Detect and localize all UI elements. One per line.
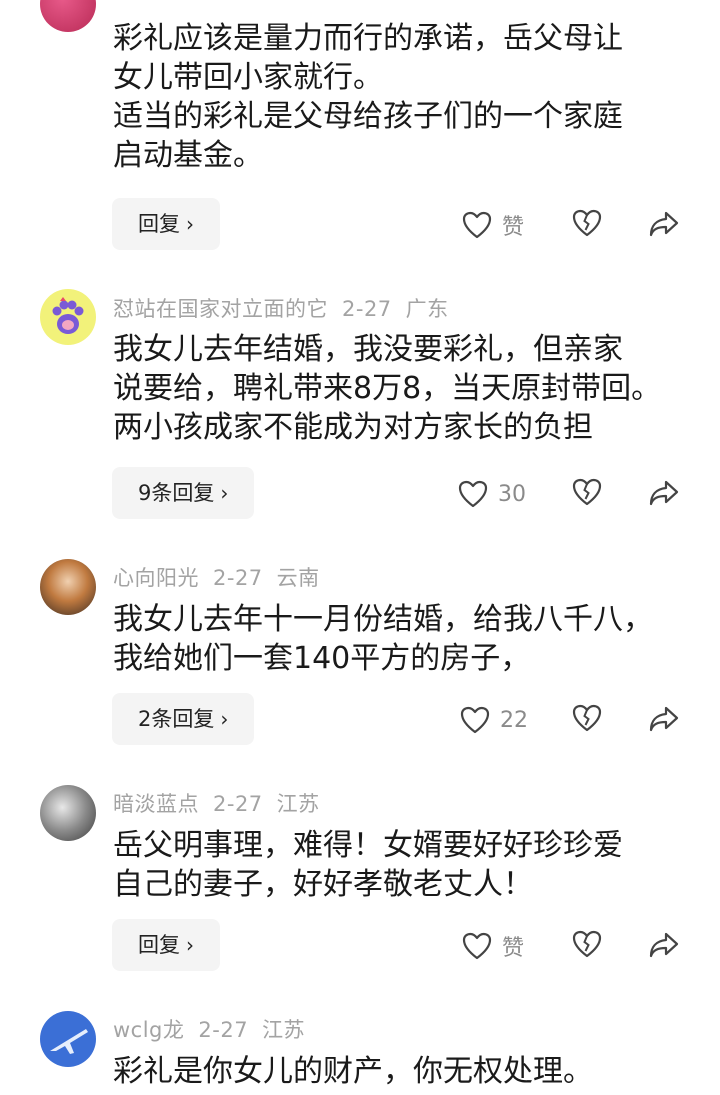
comment-location: 江苏 <box>262 1018 306 1042</box>
avatar[interactable] <box>40 289 96 345</box>
like-button[interactable]: 30 <box>458 479 526 509</box>
comment-line: 两小孩成家不能成为对方家长的负担 <box>113 410 593 445</box>
broken-heart-icon <box>572 478 602 506</box>
share-arrow-icon <box>649 706 679 732</box>
comment-line: 彩礼是你女儿的财产，你无权处理。 <box>113 1054 593 1089</box>
comment-date: 2-27 <box>213 792 263 816</box>
heart-icon <box>460 706 490 734</box>
jet-avatar-icon <box>50 1029 88 1054</box>
like-count: 22 <box>500 707 528 733</box>
like-label: 赞 <box>502 215 525 240</box>
comment-line: 女儿带回小家就行。 <box>113 60 383 95</box>
comment-line: 我给她们一套140平方的房子， <box>113 641 531 676</box>
comment-date: 2-27 <box>213 566 263 590</box>
comment-item: 暗淡蓝点 2-27 江苏 岳父明事理，难得！女婿要好好珍珍爱 自己的妻子，好好孝敬老… <box>0 779 720 979</box>
comment-date: 2-27 <box>198 1018 249 1042</box>
dislike-button[interactable] <box>572 478 602 510</box>
comment-line: 彩礼应该是量力而行的承诺，岳父母让 <box>113 21 623 56</box>
comment-line: 我女儿去年十一月份结婚，给我八千八， <box>113 602 653 637</box>
comment-meta: 心向阳光 2-27 云南 <box>113 562 334 592</box>
comment-item: wclg龙 2-27 江苏 彩礼是你女儿的财产，你无权处理。 <box>0 1005 720 1095</box>
like-button[interactable]: 赞 <box>462 931 524 961</box>
like-button[interactable]: 22 <box>460 705 528 735</box>
avatar[interactable] <box>40 0 96 32</box>
share-button[interactable] <box>648 210 680 242</box>
like-label: 赞 <box>502 936 525 961</box>
comment-text: 我女儿去年结婚，我没要彩礼，但亲家 说要给，聘礼带来8万8，当天原封带回。 两小… <box>113 330 703 447</box>
comment-item: 心向阳光 2-27 云南 我女儿去年十一月份结婚，给我八千八， 我给她们一套140平… <box>0 553 720 753</box>
like-count: 30 <box>498 481 526 507</box>
comment-actions: 30 <box>0 467 720 519</box>
comment-line: 适当的彩礼是父母给孩子们的一个家庭 <box>113 99 623 134</box>
broken-heart-icon <box>572 704 602 732</box>
comment-location: 广东 <box>405 297 449 321</box>
broken-heart-icon <box>572 209 602 237</box>
heart-icon <box>462 211 492 239</box>
username[interactable]: 心向阳光 <box>113 566 199 590</box>
comment-date: 2-27 <box>342 297 392 321</box>
like-button[interactable]: 赞 <box>462 210 524 240</box>
share-arrow-icon <box>649 932 679 958</box>
comment-line: 岳父明事理，难得！女婿要好好珍珍爱 <box>113 828 623 863</box>
comment-actions: 赞 <box>0 919 720 971</box>
share-button[interactable] <box>648 931 680 963</box>
heart-icon <box>458 480 488 508</box>
username[interactable]: 暗淡蓝点 <box>113 792 199 816</box>
comment-item: 怼站在国家对立面的它 2-27 广东 我女儿去年结婚，我没要彩礼，但亲家 说要给，聘… <box>0 285 720 525</box>
avatar[interactable] <box>40 785 96 841</box>
comment-actions: 赞 <box>0 198 720 250</box>
avatar[interactable] <box>40 559 96 615</box>
username[interactable]: wclg龙 <box>113 1018 184 1042</box>
comment-meta: 怼站在国家对立面的它 2-27 广东 <box>113 293 463 323</box>
comment-line: 自己的妻子，好好孝敬老丈人！ <box>113 867 533 902</box>
comment-location: 云南 <box>276 566 320 590</box>
comment-meta: 暗淡蓝点 2-27 江苏 <box>113 788 334 818</box>
comment-line: 说要给，聘礼带来8万8，当天原封带回。 <box>113 371 662 406</box>
comment-actions: 22 <box>0 693 720 745</box>
comment-text: 彩礼应该是量力而行的承诺，岳父母让 女儿带回小家就行。 适当的彩礼是父母给孩子们… <box>113 19 703 175</box>
share-arrow-icon <box>649 480 679 506</box>
share-arrow-icon <box>649 211 679 237</box>
avatar[interactable] <box>40 1011 96 1067</box>
share-button[interactable] <box>648 705 680 737</box>
comment-line: 启动基金。 <box>113 138 263 173</box>
dislike-button[interactable] <box>572 209 602 241</box>
comment-text: 彩礼是你女儿的财产，你无权处理。 <box>113 1052 703 1091</box>
dislike-button[interactable] <box>572 704 602 736</box>
comment-text: 我女儿去年十一月份结婚，给我八千八， 我给她们一套140平方的房子， <box>113 600 703 678</box>
comment-line: 我女儿去年结婚，我没要彩礼，但亲家 <box>113 332 623 367</box>
share-button[interactable] <box>648 479 680 511</box>
paw-avatar-icon <box>52 297 84 334</box>
comment-item: 彩礼应该是量力而行的承诺，岳父母让 女儿带回小家就行。 适当的彩礼是父母给孩子们… <box>0 0 720 260</box>
heart-icon <box>462 932 492 960</box>
comment-location: 江苏 <box>276 792 320 816</box>
dislike-button[interactable] <box>572 930 602 962</box>
broken-heart-icon <box>572 930 602 958</box>
username[interactable]: 怼站在国家对立面的它 <box>113 297 328 321</box>
comment-text: 岳父明事理，难得！女婿要好好珍珍爱 自己的妻子，好好孝敬老丈人！ <box>113 826 703 904</box>
comment-meta: wclg龙 2-27 江苏 <box>113 1014 319 1044</box>
